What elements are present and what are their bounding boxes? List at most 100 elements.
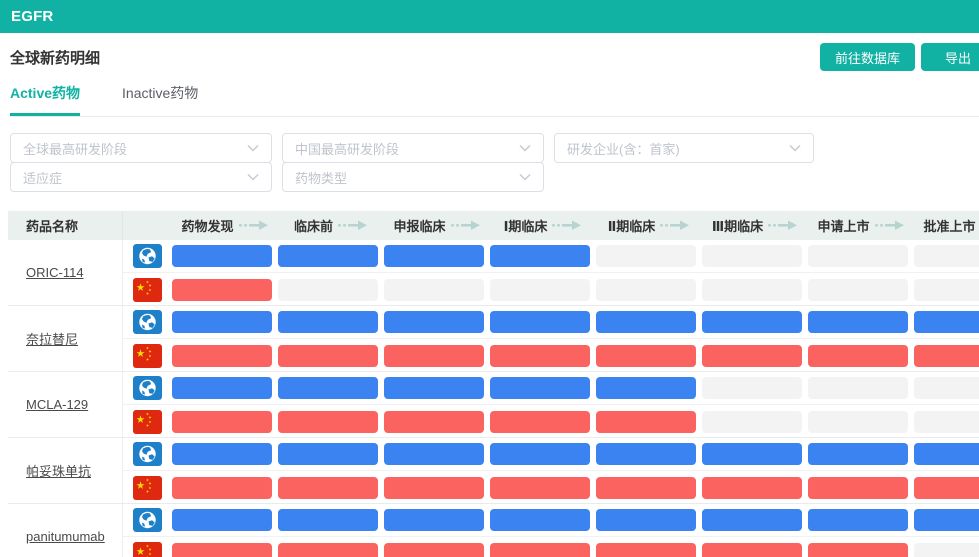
pipeline-table-body: ORIC-114 奈拉替尼 MCLA-129 帕妥珠单抗 panitumumab	[8, 240, 979, 557]
global-stage-segment-2-filled	[278, 245, 378, 267]
global-stage-bars	[172, 509, 979, 531]
stage-arrow-icon	[552, 220, 582, 230]
china-stage-segment-7-filled	[808, 477, 908, 499]
stage-header-8: 批准上市	[914, 211, 979, 240]
stage-header-6: Ⅲ期临床	[702, 211, 808, 240]
stage-arrow-icon	[451, 220, 481, 230]
drug-name-link[interactable]: panitumumab	[26, 529, 105, 544]
global-stage-segment-3-filled	[384, 509, 484, 531]
stage-column-headers: 药物发现临床前申报临床Ⅰ期临床Ⅱ期临床Ⅲ期临床申请上市批准上市	[123, 211, 979, 240]
global-stage-segment-8-filled	[914, 311, 979, 333]
china-stage-segment-1-filled	[172, 345, 272, 367]
china-stage-segment-2-filled	[278, 411, 378, 433]
table-row: 帕妥珠单抗	[8, 438, 979, 504]
china-stage-segment-3-filled	[384, 345, 484, 367]
china-stage-segment-6-filled	[702, 477, 802, 499]
drug-type-placeholder: 药物类型	[295, 168, 347, 187]
global-stage-bars	[172, 377, 979, 399]
stage-header-4: Ⅰ期临床	[490, 211, 596, 240]
china-stage-bars	[172, 345, 979, 367]
china-stage-segment-6-filled	[702, 543, 802, 557]
china-stage-segment-5-filled	[596, 345, 696, 367]
stage-header-label: 临床前	[294, 216, 333, 235]
china-stage-segment-3-filled	[384, 543, 484, 557]
china-stage-segment-3-empty	[384, 279, 484, 301]
stage-bars-area	[123, 438, 979, 503]
china-pipeline-row	[123, 405, 979, 437]
export-button[interactable]: 导出	[921, 43, 979, 71]
china-stage-segment-8-empty	[914, 543, 979, 557]
tab-active-drugs[interactable]: Active药物	[10, 83, 80, 116]
stage-header-label: 申请上市	[817, 216, 869, 235]
stage-header-1: 药物发现	[172, 211, 278, 240]
china-stage-segment-4-filled	[490, 543, 590, 557]
drug-name-link[interactable]: MCLA-129	[26, 397, 88, 412]
stage-header-2: 临床前	[278, 211, 384, 240]
china-stage-segment-5-empty	[596, 279, 696, 301]
page-header-bar: EGFR	[0, 0, 979, 33]
china-flag-icon	[133, 542, 162, 557]
drug-name-cell: 帕妥珠单抗	[8, 438, 123, 503]
china-stage-segment-2-filled	[278, 477, 378, 499]
company-select[interactable]: 研发企业(含：首家)	[554, 133, 814, 163]
global-stage-segment-6-filled	[702, 443, 802, 465]
global-stage-segment-1-filled	[172, 509, 272, 531]
global-stage-segment-7-empty	[808, 245, 908, 267]
china-stage-segment-8-empty	[914, 279, 979, 301]
china-stage-segment-8-filled	[914, 477, 979, 499]
global-stage-segment-2-filled	[278, 443, 378, 465]
stage-arrow-icon	[768, 220, 798, 230]
china-stage-segment-6-empty	[702, 411, 802, 433]
global-stage-segment-2-filled	[278, 311, 378, 333]
global-stage-segment-7-filled	[808, 509, 908, 531]
drug-name-link[interactable]: 奈拉替尼	[26, 329, 78, 348]
china-stage-segment-4-empty	[490, 279, 590, 301]
drug-name-link[interactable]: ORIC-114	[26, 265, 84, 280]
pipeline-table-header: 药品名称 药物发现临床前申报临床Ⅰ期临床Ⅱ期临床Ⅲ期临床申请上市批准上市	[8, 211, 979, 240]
china-stage-bars	[172, 543, 979, 557]
indication-select[interactable]: 适应症	[10, 162, 272, 192]
global-stage-segment-5-filled	[596, 509, 696, 531]
chevron-down-icon	[247, 173, 259, 181]
globe-icon	[133, 310, 162, 334]
global-stage-bars	[172, 311, 979, 333]
global-stage-select[interactable]: 全球最高研发阶段	[10, 133, 272, 163]
global-stage-segment-1-filled	[172, 443, 272, 465]
china-stage-segment-8-filled	[914, 345, 979, 367]
china-stage-segment-1-filled	[172, 477, 272, 499]
table-row: ORIC-114	[8, 240, 979, 306]
filter-panel: 全球最高研发阶段 中国最高研发阶段 研发企业(含：首家) 适应症 药物类型	[10, 133, 979, 192]
china-stage-segment-2-filled	[278, 543, 378, 557]
drug-name-cell: 奈拉替尼	[8, 306, 123, 371]
china-stage-bars	[172, 411, 979, 433]
stage-header-7: 申请上市	[808, 211, 914, 240]
global-stage-segment-6-filled	[702, 509, 802, 531]
global-stage-segment-7-empty	[808, 377, 908, 399]
global-pipeline-row	[123, 306, 979, 339]
stage-bars-area	[123, 504, 979, 557]
china-pipeline-row	[123, 273, 979, 305]
china-pipeline-row	[123, 537, 979, 557]
chevron-down-icon	[519, 144, 531, 152]
drug-name-link[interactable]: 帕妥珠单抗	[26, 461, 91, 480]
global-stage-segment-1-filled	[172, 311, 272, 333]
drug-status-tabs: Active药物 Inactive药物	[10, 83, 979, 117]
china-pipeline-row	[123, 339, 979, 371]
global-stage-segment-4-filled	[490, 509, 590, 531]
stage-header-label: 药物发现	[181, 216, 233, 235]
china-stage-select[interactable]: 中国最高研发阶段	[282, 133, 544, 163]
drug-name-column-header: 药品名称	[8, 211, 123, 240]
china-stage-segment-4-filled	[490, 477, 590, 499]
china-stage-segment-2-filled	[278, 345, 378, 367]
drug-type-select[interactable]: 药物类型	[282, 162, 544, 192]
global-stage-segment-8-filled	[914, 509, 979, 531]
global-stage-segment-4-filled	[490, 245, 590, 267]
china-stage-placeholder: 中国最高研发阶段	[295, 139, 399, 158]
global-stage-segment-7-filled	[808, 311, 908, 333]
global-stage-placeholder: 全球最高研发阶段	[23, 139, 127, 158]
china-stage-segment-7-filled	[808, 543, 908, 557]
china-flag-icon	[133, 410, 162, 434]
tab-inactive-drugs[interactable]: Inactive药物	[122, 83, 198, 116]
go-to-database-button[interactable]: 前往数据库	[820, 43, 915, 71]
drug-name-cell: panitumumab	[8, 504, 123, 557]
